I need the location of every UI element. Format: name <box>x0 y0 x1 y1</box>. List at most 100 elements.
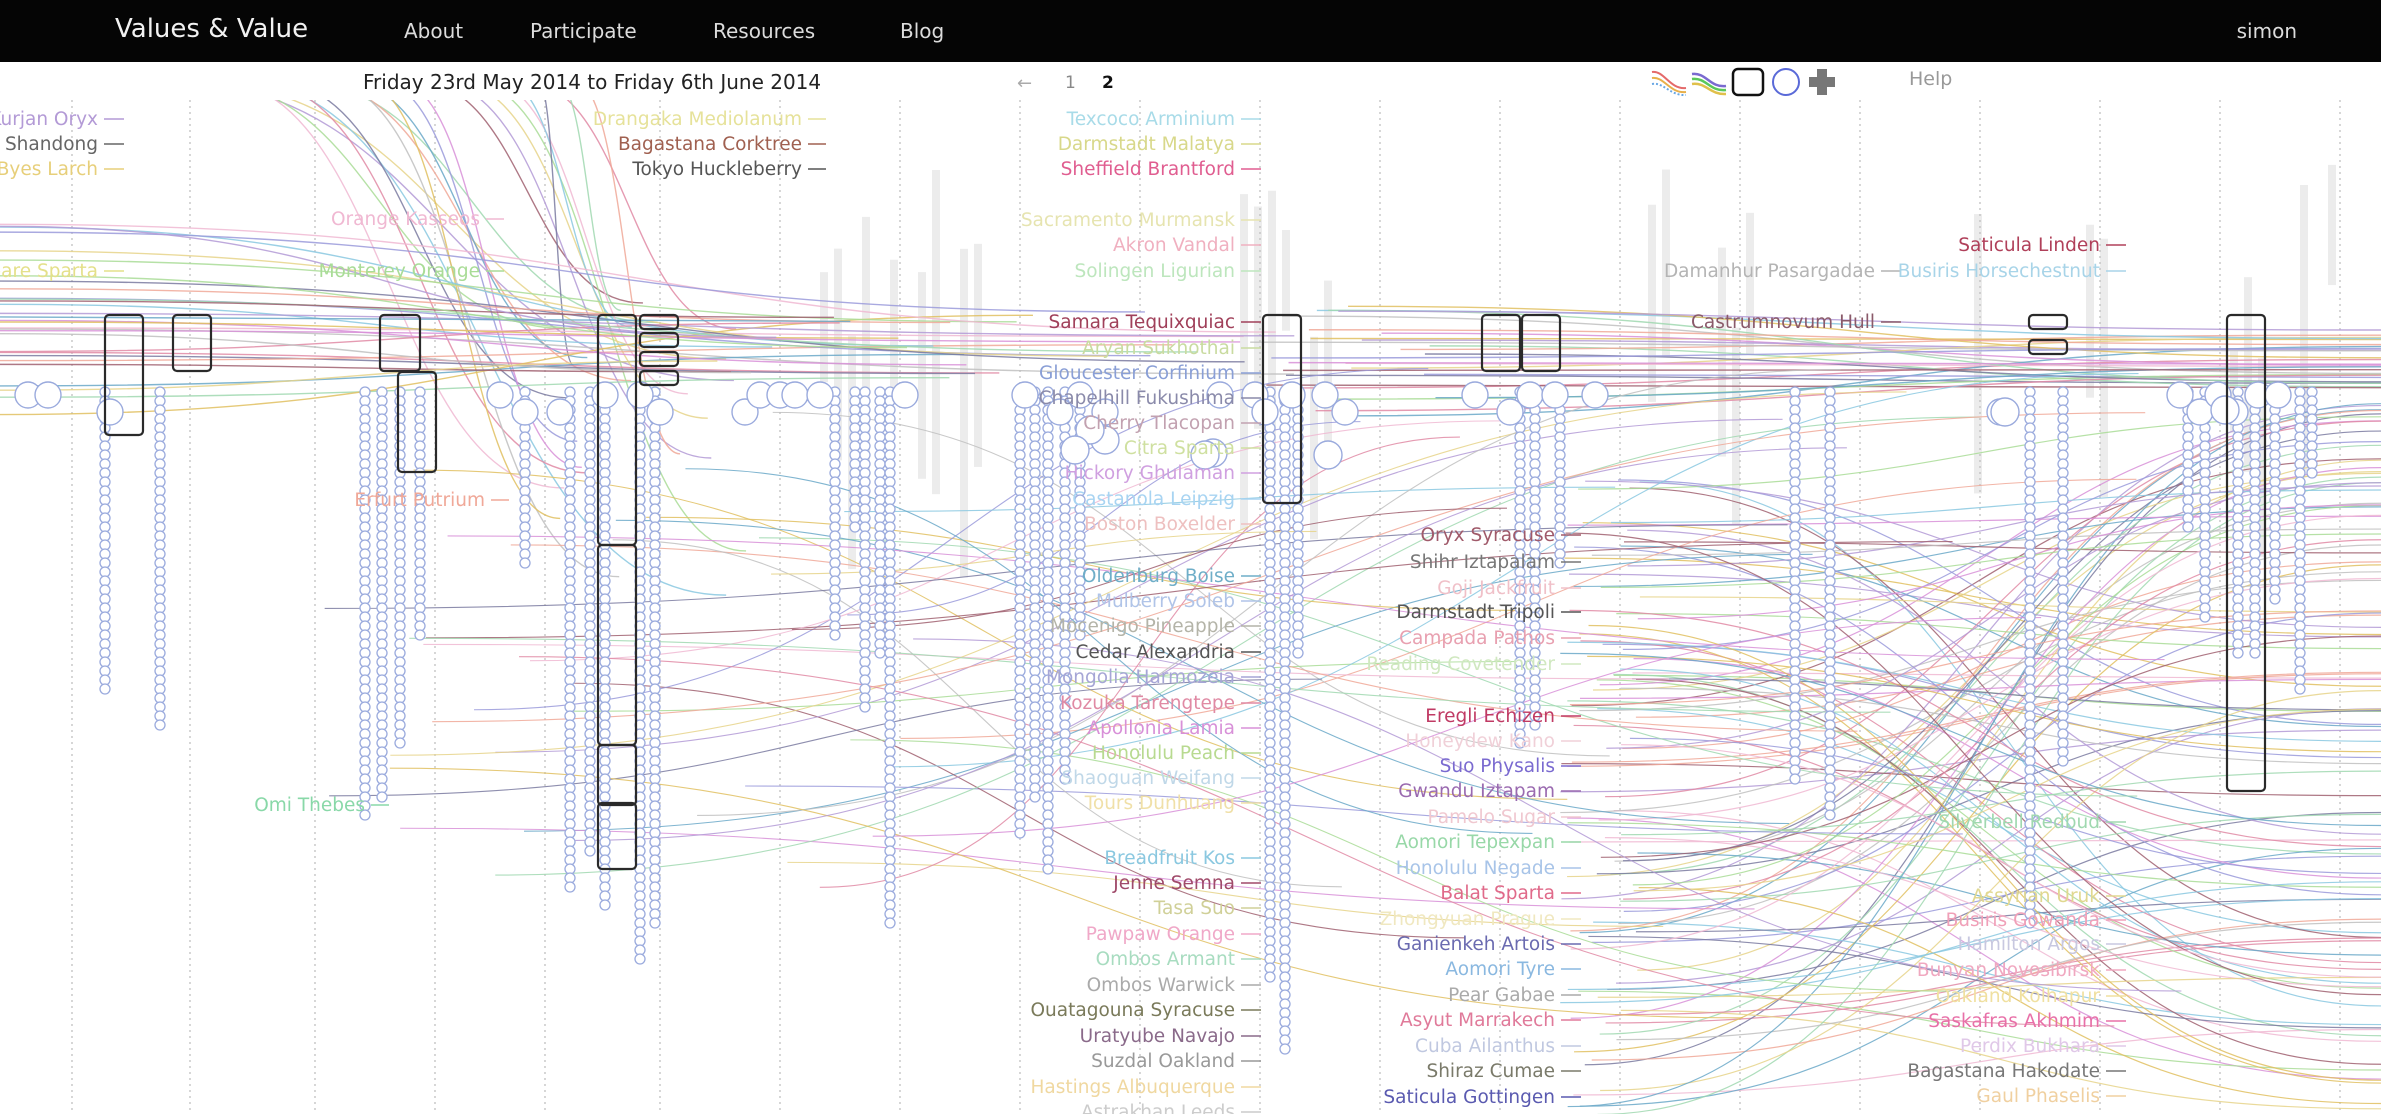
help-link[interactable]: Help <box>1909 68 1952 90</box>
rect-icon[interactable] <box>1730 66 1766 98</box>
series-label[interactable]: Solingen Ligurian <box>1074 261 1235 282</box>
series-label[interactable]: Zhongyuan Prague <box>1380 909 1555 930</box>
series-label[interactable]: Aryan Sukhothai <box>1082 338 1235 359</box>
plus-icon[interactable] <box>1804 66 1840 98</box>
series-label[interactable]: Pear Gabae <box>1448 985 1555 1006</box>
circle-icon[interactable] <box>1768 66 1804 98</box>
nav-participate[interactable]: Participate <box>530 19 637 43</box>
series-label[interactable]: Assyrian Uruk <box>1972 886 2100 907</box>
series-label[interactable]: Oryx Syracuse <box>1421 525 1556 546</box>
pager-page-2[interactable]: 2 <box>1102 73 1114 93</box>
nav-blog[interactable]: Blog <box>900 19 944 43</box>
series-label[interactable]: Citra Sparta <box>1124 438 1235 459</box>
series-label[interactable]: Tasa Suo <box>1153 898 1235 919</box>
nav-about[interactable]: About <box>404 19 463 43</box>
series-label[interactable]: Pamelo Sugar <box>1427 807 1555 828</box>
series-label[interactable]: Ombos Armant <box>1096 949 1235 970</box>
series-label[interactable]: Uratyube Navajo <box>1080 1026 1235 1047</box>
series-label[interactable]: Oldenburg Boise <box>1082 566 1235 587</box>
series-label[interactable]: Shaoguan Weifang <box>1061 768 1235 789</box>
series-label[interactable]: Shiraz Cumae <box>1426 1061 1555 1082</box>
series-label[interactable]: Mongolia Harmozeia <box>1046 667 1235 688</box>
series-label[interactable]: Gloucester Corfinium <box>1039 363 1235 384</box>
series-label[interactable]: Byes Larch <box>0 159 98 180</box>
series-label[interactable]: Castanola Leipzig <box>1072 489 1235 510</box>
pager-prev-arrow[interactable]: ← <box>1017 73 1032 94</box>
series-label[interactable]: Shihr Iztapalam <box>1410 552 1555 573</box>
series-label[interactable]: Drangaka Mediolanum <box>593 109 802 130</box>
series-label[interactable]: Monterey Orange <box>319 261 480 282</box>
series-label[interactable]: Boston Boxelder <box>1084 514 1235 535</box>
series-label[interactable]: Jenne Semna <box>1112 873 1235 894</box>
series-label[interactable]: Kurjan Oryx <box>0 109 98 130</box>
series-label[interactable]: Cedar Alexandria <box>1075 642 1235 663</box>
series-label[interactable]: Saticula Gottingen <box>1383 1087 1555 1108</box>
timeline-svg[interactable]: Kurjan Oryx Shandong Byes Larch Kitapare Sp… <box>0 100 2381 1114</box>
series-label[interactable]: Erfurt Putrium <box>354 490 485 511</box>
series-label[interactable]: Castrumnovum Hull <box>1691 312 1875 333</box>
series-label[interactable]: Honeydew Kano <box>1405 731 1555 752</box>
series-label[interactable]: Silverbell Redbud <box>1938 812 2100 833</box>
series-label[interactable]: Kitapare Sparta <box>0 261 98 282</box>
series-label[interactable]: Eregli Echizen <box>1425 706 1555 727</box>
series-label[interactable]: Hamilton Argos <box>1958 934 2100 955</box>
series-label[interactable]: Suzdal Oakland <box>1091 1051 1235 1072</box>
series-label[interactable]: Oakland Kolhapur <box>1936 986 2101 1007</box>
series-label[interactable]: Cherry Tlacopan <box>1083 413 1235 434</box>
series-label[interactable]: Cuba Ailanthus <box>1415 1036 1555 1057</box>
nav-resources[interactable]: Resources <box>713 19 815 43</box>
series-label[interactable]: Samara Tequixquiac <box>1049 312 1235 333</box>
series-label[interactable]: Saskafras Akhmim <box>1928 1011 2100 1032</box>
series-label[interactable]: Busiris Horsechestnut <box>1898 261 2100 282</box>
user-menu[interactable]: simon <box>2237 19 2297 43</box>
series-label[interactable]: Texcoco Arminium <box>1066 109 1235 130</box>
series-label[interactable]: Bagastana Corktree <box>618 134 802 155</box>
series-label[interactable]: Campada Pathos <box>1399 628 1555 649</box>
series-label[interactable]: Saticula Linden <box>1958 235 2100 256</box>
series-label[interactable]: Perdix Bukhara <box>1960 1036 2100 1057</box>
series-label[interactable]: Orange Kasseos <box>331 209 480 230</box>
series-label[interactable]: Breadfruit Kos <box>1104 848 1235 869</box>
series-label[interactable]: Balat Sparta <box>1440 883 1555 904</box>
series-label[interactable]: Ganienkeh Artois <box>1397 934 1555 955</box>
series-label[interactable]: Honolulu Negade <box>1396 858 1555 879</box>
series-label[interactable]: Ouatagouna Syracuse <box>1031 1000 1236 1021</box>
visualization-canvas[interactable]: Kurjan Oryx Shandong Byes Larch Kitapare Sp… <box>0 100 2381 1114</box>
series-label[interactable]: Aomori Tepexpan <box>1395 832 1555 853</box>
series-label[interactable]: Omi Thebes <box>254 795 365 816</box>
series-label[interactable]: Tours Dunhuang <box>1084 793 1235 814</box>
series-label[interactable]: Hickory Ghulaman <box>1065 463 1235 484</box>
series-label[interactable]: Busiris Gowanda <box>1946 910 2100 931</box>
series-label[interactable]: Aomori Tyre <box>1445 959 1555 980</box>
series-label[interactable]: Reading Covetender <box>1366 654 1555 675</box>
series-label[interactable]: Gaul Phaselis <box>1976 1086 2100 1107</box>
series-label[interactable]: Akron Vandal <box>1113 235 1235 256</box>
brand-logo[interactable]: Values & Value <box>115 14 308 44</box>
pager-page-1[interactable]: 1 <box>1065 73 1076 93</box>
series-label[interactable]: Asyut Marrakech <box>1400 1010 1555 1031</box>
series-label[interactable]: Hastings Albuquerque <box>1030 1077 1235 1098</box>
series-label[interactable]: Apollonia Lamia <box>1087 718 1235 739</box>
series-label[interactable]: Bunyan Novosibirsk <box>1917 960 2100 981</box>
series-label[interactable]: Darmstadt Tripoli <box>1396 602 1555 623</box>
series-label[interactable]: Gwandu Iztapam <box>1398 781 1555 802</box>
series-label[interactable]: Goji Jackfruit <box>1437 578 1555 599</box>
series-label[interactable]: Honolulu Peach <box>1092 743 1235 764</box>
series-label[interactable]: Mulberry Soleb <box>1096 591 1235 612</box>
series-label[interactable]: Pawpaw Orange <box>1086 924 1235 945</box>
series-label[interactable]: Damanhur Pasargadae <box>1664 261 1875 282</box>
series-label[interactable]: Sheffield Brantford <box>1061 159 1235 180</box>
series-label[interactable]: Ombos Warwick <box>1087 975 1236 996</box>
series-label[interactable]: Sacramento Murmansk <box>1021 210 1235 231</box>
series-label[interactable]: Mocenigo Pineapple <box>1050 616 1235 637</box>
series-label[interactable]: Astrakhan Leeds <box>1081 1102 1235 1114</box>
series-label[interactable]: Darmstadt Malatya <box>1058 134 1235 155</box>
series-label[interactable]: Shandong <box>5 134 98 155</box>
series-label[interactable]: Suo Physalis <box>1440 756 1555 777</box>
series-label[interactable]: Tokyo Huckleberry <box>631 159 802 180</box>
series-label[interactable]: Kozuka Tarengtepe <box>1060 693 1235 714</box>
series-label[interactable]: Chapelhill Fukushima <box>1039 388 1235 409</box>
curves-icon[interactable] <box>1650 66 1688 96</box>
streams-icon[interactable] <box>1690 66 1728 96</box>
series-label[interactable]: Bagastana Hakodate <box>1907 1061 2100 1082</box>
